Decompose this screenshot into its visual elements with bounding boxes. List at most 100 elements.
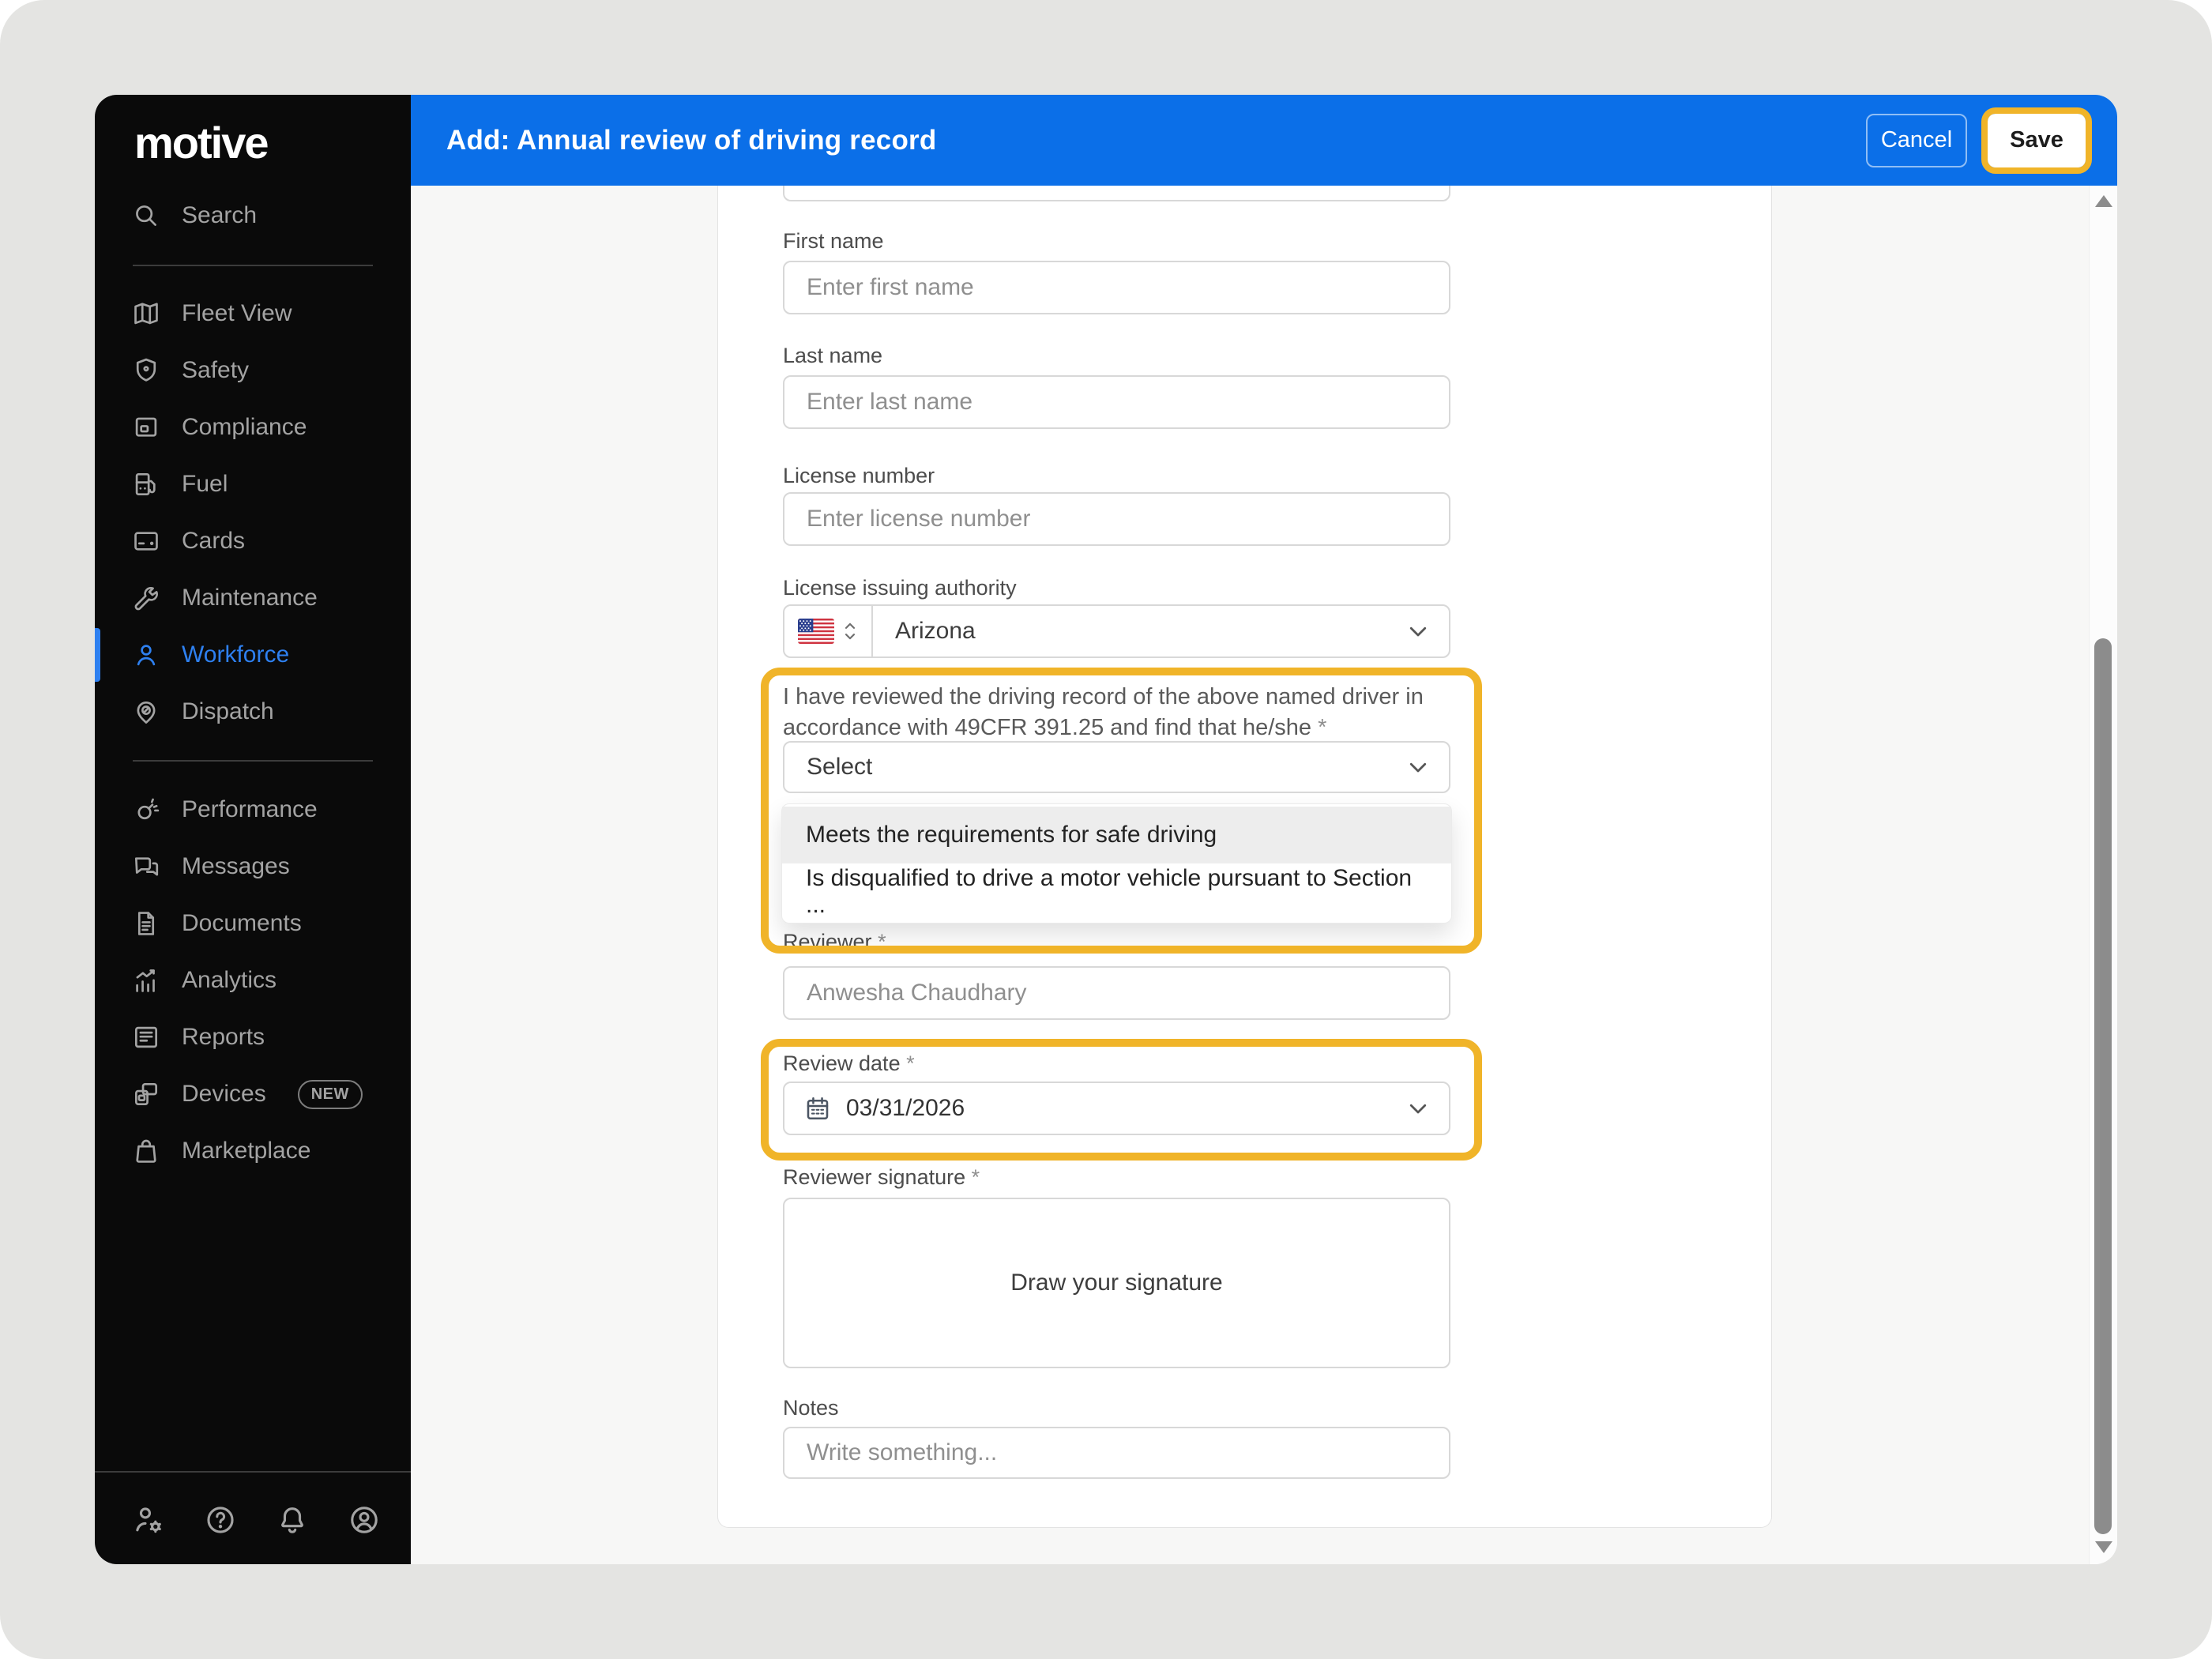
last-name-input[interactable] — [783, 375, 1450, 429]
sidebar-item-label: Analytics — [182, 967, 276, 994]
sidebar-item-cards[interactable]: Cards — [95, 513, 411, 570]
sidebar-item-label: Fuel — [182, 471, 228, 498]
sidebar-item-label: Reports — [182, 1024, 265, 1051]
map-pin-icon — [131, 697, 161, 727]
sidebar-item-label: Maintenance — [182, 585, 318, 611]
user-settings-icon[interactable] — [131, 1503, 166, 1537]
us-flag-icon — [798, 619, 834, 644]
scrollbar-down-arrow-icon[interactable] — [2095, 1541, 2112, 1553]
search-icon — [131, 201, 161, 231]
sidebar-item-safety[interactable]: Safety — [95, 342, 411, 399]
compliance-icon — [131, 412, 161, 442]
app-window: motive Search Fleet View Safety Compliance… — [95, 95, 2117, 1564]
notes-label: Notes — [783, 1396, 839, 1420]
sidebar-item-label: Dispatch — [182, 698, 274, 725]
devices-icon — [131, 1079, 161, 1109]
save-button-highlight-ring: Save — [1981, 107, 2092, 174]
review-date-label: Review date * — [783, 1051, 915, 1076]
sidebar-item-reports[interactable]: Reports — [95, 1009, 411, 1066]
sidebar-item-label: Workforce — [182, 641, 289, 668]
sidebar-item-fleet-view[interactable]: Fleet View — [95, 285, 411, 342]
license-authority-value: Arizona — [895, 618, 976, 645]
header-actions: Cancel Save — [1866, 107, 2092, 174]
sidebar-item-messages[interactable]: Messages — [95, 838, 411, 895]
country-selector[interactable] — [784, 606, 873, 656]
reviewer-label: Reviewer * — [783, 930, 886, 954]
help-icon[interactable] — [203, 1503, 238, 1537]
dropdown-option[interactable]: Meets the requirements for safe driving — [782, 807, 1451, 863]
sidebar-item-compliance[interactable]: Compliance — [95, 399, 411, 456]
sidebar-item-label: Safety — [182, 357, 249, 384]
first-name-label: First name — [783, 229, 884, 254]
sidebar-item-marketplace[interactable]: Marketplace — [95, 1123, 411, 1179]
sidebar-item-workforce[interactable]: Workforce — [95, 626, 411, 683]
person-icon — [131, 640, 161, 670]
license-authority-select[interactable]: Arizona — [783, 604, 1450, 658]
main-area: Add: Annual review of driving record Can… — [411, 95, 2117, 1564]
sidebar-item-label: Performance — [182, 796, 318, 823]
dropdown-option[interactable]: Is disqualified to drive a motor vehicle… — [782, 863, 1451, 920]
review-date-picker[interactable]: 03/31/2026 — [783, 1082, 1450, 1135]
modal-header: Add: Annual review of driving record Can… — [411, 95, 2117, 186]
reviewer-signature-label: Reviewer signature * — [783, 1165, 980, 1190]
review-statement-value: Select — [807, 754, 872, 781]
save-button[interactable]: Save — [1988, 114, 2086, 167]
scrollbar-thumb[interactable] — [2094, 638, 2112, 1534]
license-authority-label: License issuing authority — [783, 576, 1017, 600]
sidebar-item-documents[interactable]: Documents — [95, 895, 411, 952]
map-icon — [131, 299, 161, 329]
sidebar-item-label: Devices — [182, 1081, 266, 1108]
sidebar-footer-divider — [95, 1471, 411, 1473]
review-date-value: 03/31/2026 — [846, 1095, 965, 1122]
sidebar-item-label: Messages — [182, 853, 290, 880]
form-card: First name Last name License number Lice… — [717, 186, 1772, 1528]
sidebar-footer — [95, 1488, 411, 1552]
reviewer-input[interactable] — [783, 966, 1450, 1020]
sidebar-divider — [133, 760, 373, 762]
sidebar-item-label: Marketplace — [182, 1138, 310, 1164]
chevron-down-icon — [1406, 1097, 1430, 1120]
truncated-field[interactable] — [783, 186, 1450, 201]
sidebar-item-label: Compliance — [182, 414, 307, 441]
motive-logo: motive — [134, 117, 268, 168]
signature-placeholder: Draw your signature — [1010, 1270, 1222, 1296]
signature-pad[interactable]: Draw your signature — [783, 1198, 1450, 1368]
license-number-input[interactable] — [783, 492, 1450, 546]
bell-icon[interactable] — [275, 1503, 310, 1537]
sidebar-nav: Fleet View Safety Compliance Fuel Cards Maint… — [95, 285, 411, 1179]
cancel-button[interactable]: Cancel — [1866, 114, 1967, 167]
shield-icon — [131, 356, 161, 386]
sidebar-item-dispatch[interactable]: Dispatch — [95, 683, 411, 740]
sidebar-item-devices[interactable]: DevicesNEW — [95, 1066, 411, 1123]
page-title: Add: Annual review of driving record — [446, 125, 936, 156]
account-icon[interactable] — [347, 1503, 382, 1537]
calendar-icon — [803, 1094, 832, 1123]
sidebar-item-maintenance[interactable]: Maintenance — [95, 570, 411, 626]
license-number-label: License number — [783, 464, 935, 488]
scrollbar-up-arrow-icon[interactable] — [2095, 195, 2112, 207]
wrench-icon — [131, 583, 161, 613]
gauge-icon — [131, 795, 161, 825]
notes-input[interactable] — [783, 1427, 1450, 1479]
sidebar-item-label: Documents — [182, 910, 302, 937]
sidebar-search[interactable]: Search — [95, 187, 411, 244]
review-statement-select[interactable]: Select — [783, 741, 1450, 793]
scrollbar[interactable] — [2089, 186, 2117, 1564]
country-updown-icon — [842, 619, 858, 643]
sidebar-item-performance[interactable]: Performance — [95, 781, 411, 838]
last-name-label: Last name — [783, 344, 882, 368]
review-statement-label: I have reviewed the driving record of th… — [783, 682, 1462, 743]
sidebar-divider — [133, 265, 373, 266]
chevron-down-icon — [1406, 619, 1430, 643]
sidebar-item-label: Cards — [182, 528, 245, 555]
chat-icon — [131, 852, 161, 882]
review-statement-dropdown-menu: Meets the requirements for safe drivingI… — [781, 803, 1452, 924]
sidebar-item-fuel[interactable]: Fuel — [95, 456, 411, 513]
first-name-input[interactable] — [783, 261, 1450, 314]
sidebar-item-label: Fleet View — [182, 300, 292, 327]
sidebar-item-analytics[interactable]: Analytics — [95, 952, 411, 1009]
report-icon — [131, 1022, 161, 1052]
sidebar: motive Search Fleet View Safety Compliance… — [95, 95, 411, 1564]
sidebar-search-label: Search — [182, 202, 257, 229]
analytics-icon — [131, 965, 161, 995]
